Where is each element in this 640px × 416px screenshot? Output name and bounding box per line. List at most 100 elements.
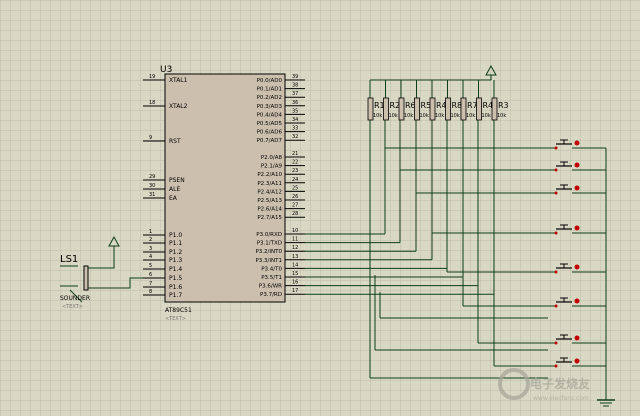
pin-label: P1.5 xyxy=(169,275,182,282)
resistor-value: 10k xyxy=(466,113,475,119)
pin-label: P2.5/A13 xyxy=(257,198,282,204)
pin-number: 38 xyxy=(292,83,298,89)
pin-label: P3.1/TXD xyxy=(257,241,282,247)
pin-label: P0.2/AD2 xyxy=(257,95,282,101)
pin-label: P2.2/A10 xyxy=(257,172,282,178)
pin-label: P3.4/T0 xyxy=(261,266,282,272)
button-indicator xyxy=(574,225,580,231)
pin-label: XTAL2 xyxy=(169,103,188,110)
pin-number: 21 xyxy=(292,151,298,157)
grid-background xyxy=(0,0,640,416)
pin-number: 10 xyxy=(292,228,298,234)
pin-label: P1.6 xyxy=(169,284,182,291)
pin-number: 28 xyxy=(292,211,298,217)
resistor-value: 10k xyxy=(482,113,491,119)
pin-label: P0.4/AD4 xyxy=(257,112,283,118)
chip-text-placeholder: <TEXT> xyxy=(165,316,186,322)
pin-number: 25 xyxy=(292,185,298,191)
pin-label: P0.5/AD5 xyxy=(257,121,283,127)
pin-label: RST xyxy=(169,138,181,145)
resistor-label: R2 xyxy=(390,101,401,110)
pin-label: P1.1 xyxy=(169,240,182,247)
pin-number: 31 xyxy=(149,192,155,198)
pin-number: 23 xyxy=(292,168,298,174)
pin-number: 26 xyxy=(292,194,298,200)
pin-number: 9 xyxy=(149,135,152,141)
button-indicator xyxy=(574,162,580,168)
button-node xyxy=(554,270,558,274)
pin-label: P0.6/AD6 xyxy=(257,130,283,136)
resistor-label: R7 xyxy=(467,101,478,110)
pin-number: 37 xyxy=(292,91,298,97)
pin-label: P2.6/A14 xyxy=(257,207,282,213)
resistor-array[interactable]: R110kR210kR610kR510kR410kR810kR710kR410k… xyxy=(367,97,509,121)
pin-number: 14 xyxy=(292,262,298,268)
pin-number: 29 xyxy=(149,174,155,180)
pin-label: P1.4 xyxy=(169,266,182,273)
pin-label: P3.2/INT0 xyxy=(255,249,282,255)
button-indicator xyxy=(574,185,580,191)
resistor-label: R1 xyxy=(374,101,385,110)
resistor-value: 10k xyxy=(497,113,506,119)
pin-number: 7 xyxy=(149,281,152,287)
pin-label: P3.6/WR xyxy=(259,284,282,290)
resistor-value: 10k xyxy=(404,113,413,119)
pin-number: 22 xyxy=(292,160,298,166)
watermark-url: www.elecfans.com xyxy=(533,395,589,402)
pin-label: P2.4/A12 xyxy=(257,189,282,195)
pin-label: P0.7/AD7 xyxy=(257,138,283,144)
sounder-refdes: LS1 xyxy=(60,254,78,265)
pin-label: P1.0 xyxy=(169,232,182,239)
sounder-text-placeholder: <TEXT> xyxy=(62,304,83,310)
pin-number: 6 xyxy=(149,272,152,278)
pin-label: P2.7/A15 xyxy=(257,215,282,221)
sounder-part-name: SOUNDER xyxy=(60,295,90,302)
pin-number: 34 xyxy=(292,117,298,123)
button-node xyxy=(554,146,558,150)
resistor-label: R8 xyxy=(452,101,463,110)
sounder-body xyxy=(83,265,89,291)
pin-label: P0.3/AD3 xyxy=(257,104,283,110)
pin-label: P3.7/RD xyxy=(260,292,282,298)
pin-number: 17 xyxy=(292,288,298,294)
resistor-label: R4 xyxy=(483,101,494,110)
pin-number: 39 xyxy=(292,74,298,80)
resistor-label: R6 xyxy=(405,101,416,110)
button-indicator xyxy=(574,140,580,146)
pin-label: P2.1/A9 xyxy=(261,164,283,170)
button-node xyxy=(554,341,558,345)
schematic-canvas: U3 19 XTAL118 XTAL29 RST29 PSEN30 ALE31 EA1 P1.… xyxy=(0,0,640,416)
resistor-value: 10k xyxy=(420,113,429,119)
resistor-label: R5 xyxy=(421,101,432,110)
resistor-value: 10k xyxy=(373,113,382,119)
pin-number: 27 xyxy=(292,203,298,209)
pin-number: 24 xyxy=(292,177,298,183)
pin-number: 2 xyxy=(149,237,152,243)
pin-number: 19 xyxy=(149,74,155,80)
pin-number: 36 xyxy=(292,100,298,106)
pin-number: 11 xyxy=(292,237,298,243)
pin-label: PSEN xyxy=(169,177,185,184)
resistor-value: 10k xyxy=(451,113,460,119)
pin-label: P3.5/T1 xyxy=(261,275,282,281)
pin-number: 18 xyxy=(149,100,155,106)
pin-number: 13 xyxy=(292,254,298,260)
button-node xyxy=(554,364,558,368)
pin-label: P1.7 xyxy=(169,292,182,299)
button-indicator xyxy=(574,358,580,364)
pin-number: 12 xyxy=(292,245,298,251)
pin-label: P2.3/A11 xyxy=(257,181,282,187)
button-node xyxy=(554,191,558,195)
chip-part-name: AT89C51 xyxy=(165,307,192,314)
pin-number: 8 xyxy=(149,289,152,295)
button-node xyxy=(554,168,558,172)
resistor-label: R4 xyxy=(436,101,447,110)
pin-label: XTAL1 xyxy=(169,77,188,84)
resistor-value: 10k xyxy=(435,113,444,119)
button-indicator xyxy=(574,264,580,270)
pin-label: P0.1/AD1 xyxy=(257,87,282,93)
pin-label: P1.2 xyxy=(169,249,182,256)
pin-number: 33 xyxy=(292,126,298,132)
microcontroller-u3[interactable]: U3 19 XTAL118 XTAL29 RST29 PSEN30 ALE31 EA1 P1.… xyxy=(143,65,305,322)
pin-label: EA xyxy=(169,195,178,202)
